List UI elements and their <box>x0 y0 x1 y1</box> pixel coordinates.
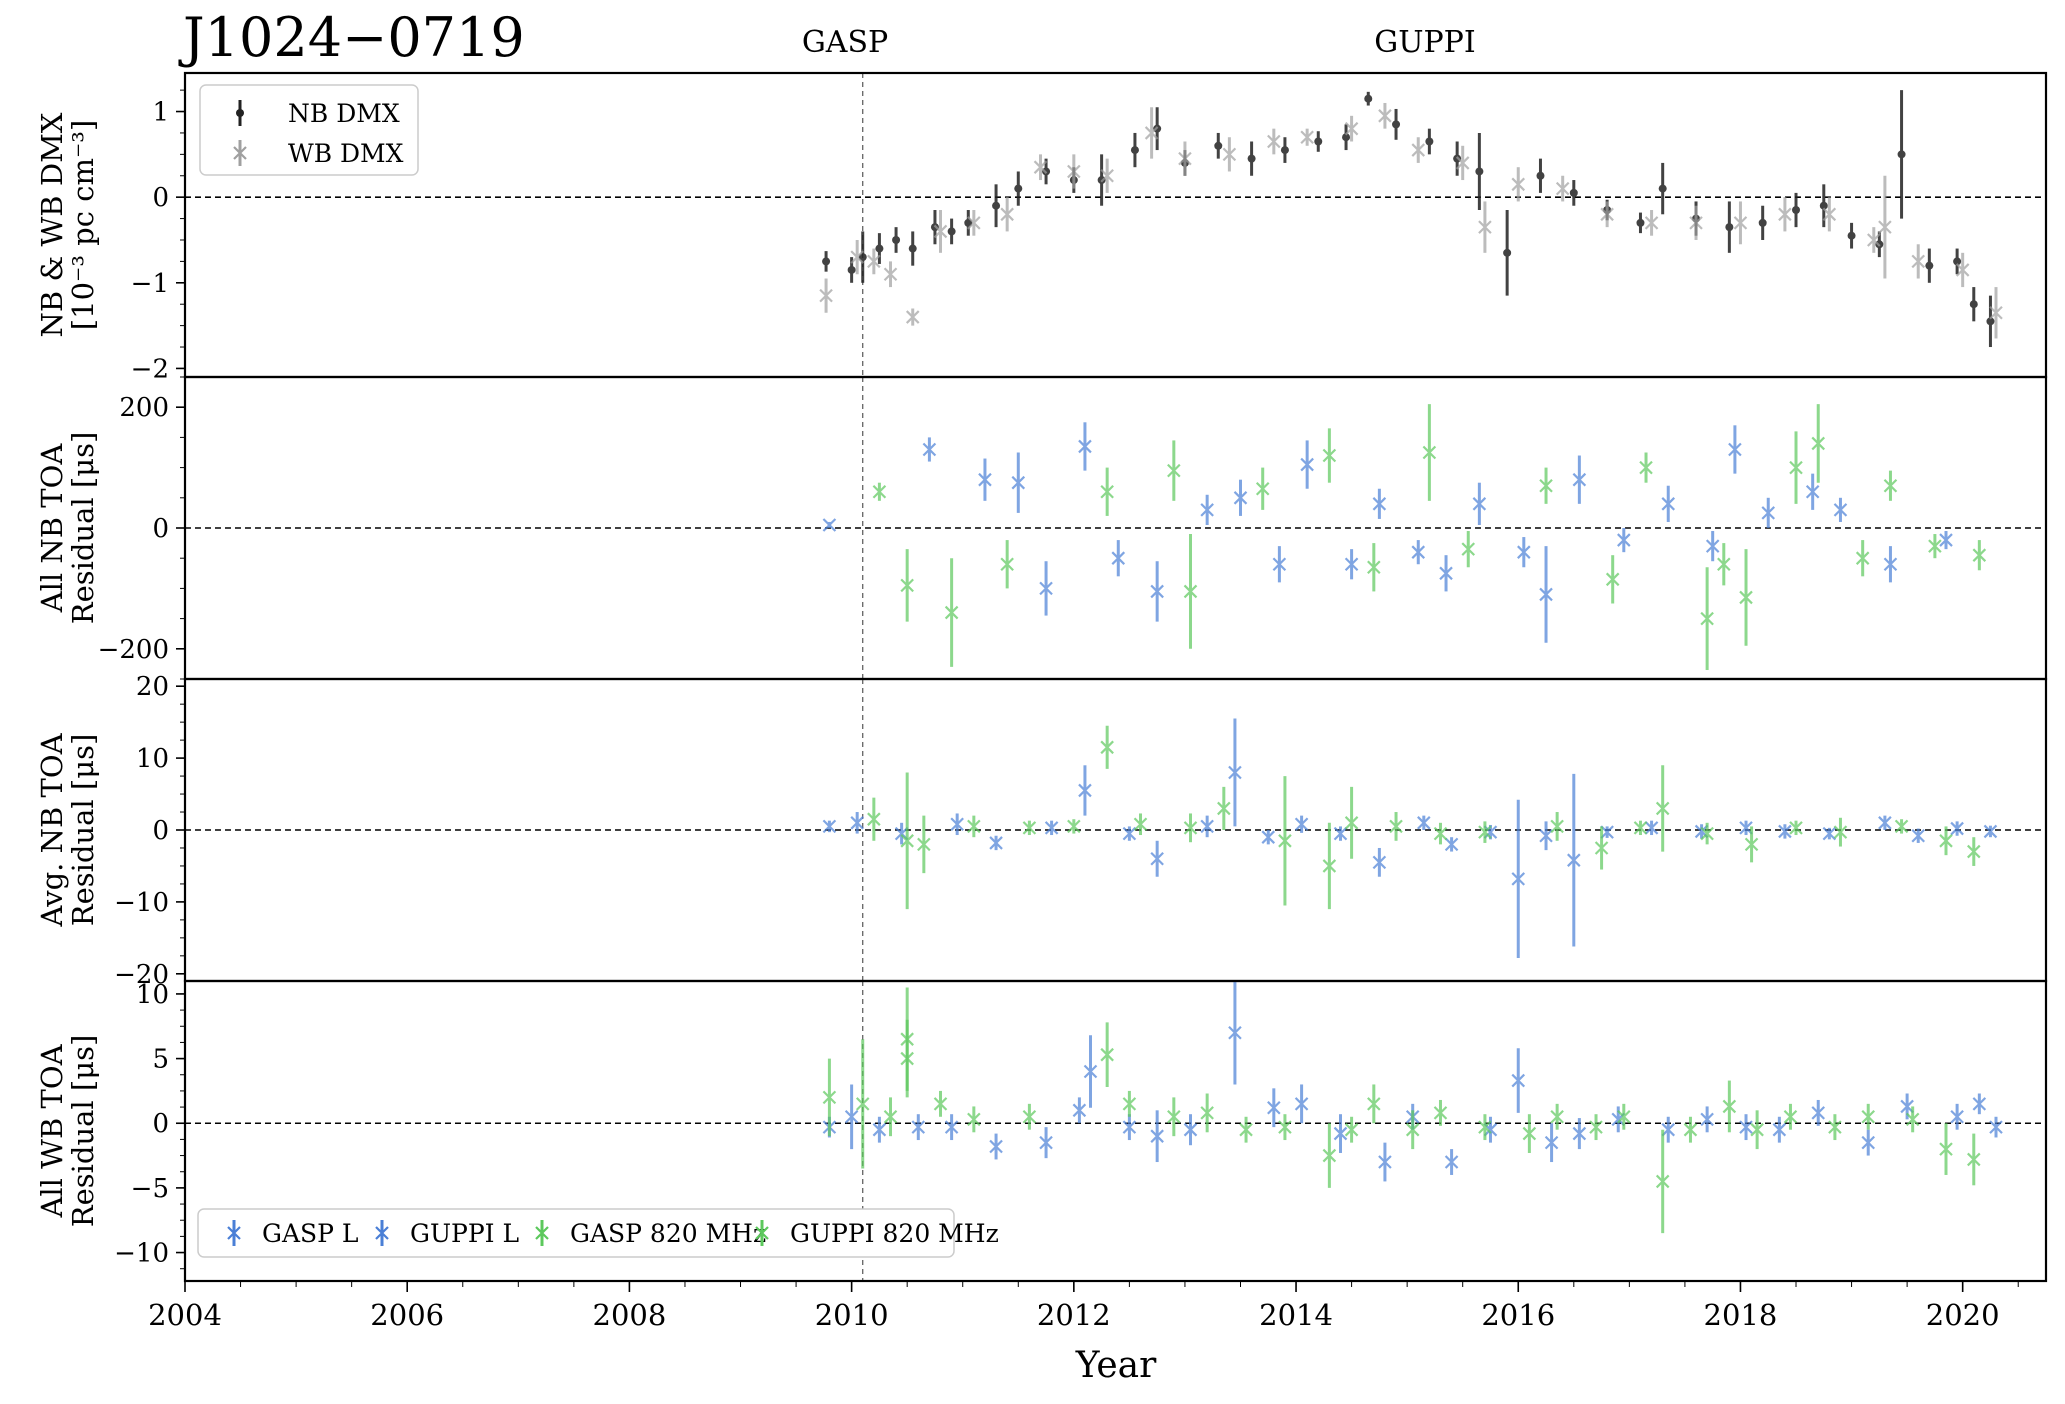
legend: NB DMX WB DMX <box>199 84 419 176</box>
data-point <box>822 518 837 532</box>
data-point <box>875 244 884 253</box>
y-tick-label: 0 <box>152 1109 169 1139</box>
data-point <box>1475 167 1484 176</box>
y-axis-label: Avg. NB TOA <box>35 732 69 927</box>
legend-label: GUPPI 820 MHz <box>790 1219 999 1248</box>
panel-frame <box>183 71 2048 379</box>
data-point <box>1247 154 1256 163</box>
timing-residuals-figure: J1024−0719 GASP GUPPI −2−101NB & WB DMX[… <box>35 6 2048 1386</box>
panel-wb_toa: −10 −5 0 5 10 All WB TOAResidual [μs] GASP L GU… <box>35 979 2048 1283</box>
y-tick-label: −10 <box>114 1239 169 1269</box>
y-tick-label: 200 <box>119 393 169 423</box>
x-tick-label: 2014 <box>1259 1298 1333 1332</box>
data-point <box>1925 261 1934 270</box>
data-point <box>1364 94 1373 103</box>
x-tick-label: 2012 <box>1037 1298 1111 1332</box>
data-point <box>1658 184 1667 193</box>
x-tick-label: 2016 <box>1481 1298 1555 1332</box>
panel-dmx: −2 −1 0 1 NB & WB DMX[10⁻³ pc cm⁻³] NB DMX WB … <box>35 71 2048 384</box>
gasp-era-label: GASP <box>802 25 888 60</box>
guppi-era-label: GUPPI <box>1374 25 1475 60</box>
y-axis-label: Residual [μs] <box>66 734 100 927</box>
panel-avg_nb_toa: −20−1001020Avg. NB TOAResidual [μs] <box>35 672 2048 990</box>
x-tick-label: 2018 <box>1704 1298 1778 1332</box>
series-guppi-l <box>822 422 1953 643</box>
data-point <box>1636 218 1645 227</box>
y-axis-label: Residual [μs] <box>66 1035 100 1228</box>
x-tick-label: 2010 <box>815 1298 889 1332</box>
data-point <box>1392 120 1401 129</box>
series-guppi-l <box>822 718 1998 958</box>
y-axis-label: NB & WB DMX <box>35 112 69 337</box>
data-point <box>1425 137 1434 146</box>
x-tick-label: 2006 <box>370 1298 444 1332</box>
legend-label: GASP L <box>262 1219 359 1248</box>
data-point <box>1725 223 1734 232</box>
data-point <box>1847 231 1856 240</box>
data-point <box>1897 150 1906 159</box>
data-point <box>847 265 856 274</box>
x-axis: 2004 2006 2008 2010 2012 2014 2016 2018 2020 <box>148 1281 2019 1332</box>
y-axis-label: Residual [μs] <box>66 432 100 625</box>
legend-label: GUPPI L <box>410 1219 519 1248</box>
y-tick-label: 20 <box>136 672 169 702</box>
y-tick-label: 1 <box>152 98 169 128</box>
y-tick-label: −5 <box>131 1174 169 1204</box>
data-point <box>992 201 1001 210</box>
x-tick-label: 2004 <box>148 1298 222 1332</box>
series-guppi-l <box>944 981 2003 1182</box>
legend-label: GASP 820 MHz <box>570 1219 766 1248</box>
x-tick-label: 2020 <box>1926 1298 2000 1332</box>
y-tick-label: −1 <box>131 269 169 299</box>
series-nb-dmx <box>822 90 1995 348</box>
y-axis-label: [10⁻³ pc cm⁻³] <box>66 120 100 330</box>
series-guppi-820-mhz <box>900 1019 1981 1234</box>
legend-label: NB DMX <box>288 99 400 128</box>
data-point <box>1014 184 1023 193</box>
panels: −2−101NB & WB DMX[10⁻³ pc cm⁻³]NB DMXWB … <box>35 71 2048 1283</box>
y-tick-label: 0 <box>152 816 169 846</box>
data-point <box>1503 248 1512 257</box>
legend-marker <box>236 109 244 117</box>
pulsar-title: J1024−0719 <box>178 6 525 69</box>
data-point <box>1130 146 1139 155</box>
y-tick-label: 0 <box>152 514 169 544</box>
data-point <box>1280 146 1289 155</box>
data-point <box>1758 218 1767 227</box>
data-point <box>1536 171 1545 180</box>
data-point <box>1792 206 1801 215</box>
legend-label: WB DMX <box>288 139 404 168</box>
legend: GASP L GUPPI L GASP 820 MHz GUPPI 820 MHz <box>197 1208 999 1258</box>
y-tick-label: 5 <box>152 1045 169 1075</box>
y-tick-label: 0 <box>152 183 169 213</box>
y-axis-label: All NB TOA <box>35 443 69 614</box>
data-point <box>1214 141 1223 150</box>
y-tick-label: −10 <box>114 888 169 918</box>
y-tick-label: −2 <box>131 354 169 384</box>
y-tick-label: 10 <box>136 744 169 774</box>
data-point <box>822 257 831 266</box>
data-point <box>1314 137 1323 146</box>
y-tick-label: −200 <box>98 635 169 665</box>
panel-nb_toa: −200 0 200 All NB TOAResidual [μs] <box>35 375 2048 681</box>
y-axis-label: All WB TOA <box>35 1043 69 1218</box>
series-gasp-l <box>822 1084 926 1150</box>
x-tick-label: 2008 <box>593 1298 667 1332</box>
series-guppi-820-mhz <box>872 404 1987 670</box>
series-gasp-820-mhz <box>822 987 914 1169</box>
data-point <box>1569 188 1578 197</box>
data-point <box>908 244 917 253</box>
data-point <box>892 235 901 244</box>
x-axis-label: Year <box>1075 1345 1157 1386</box>
y-tick-label: 10 <box>136 980 169 1010</box>
data-point <box>947 227 956 236</box>
data-point <box>1969 300 1978 309</box>
